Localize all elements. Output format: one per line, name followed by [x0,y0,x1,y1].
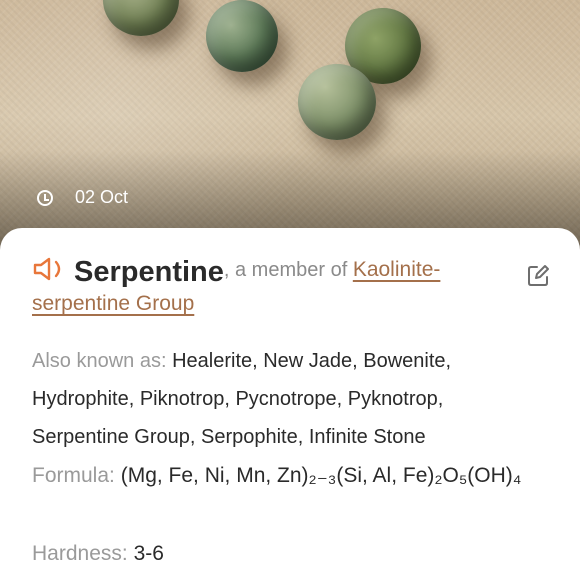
details-card: Serpentine, a member of Kaolinite-serpen… [0,228,580,588]
speaker-icon[interactable] [32,256,68,282]
formula-value: (Mg, Fe, Ni, Mn, Zn)₂₋₃(Si, Al, Fe)₂O₅(O… [120,464,522,487]
aka-label: Also known as: [32,350,167,372]
member-of-text: , a member of [223,259,353,281]
formula-label: Formula: [32,464,115,487]
clock-icon [37,189,53,206]
title-row: Serpentine, a member of Kaolinite-serpen… [32,254,492,322]
mineral-photo[interactable]: 02 Oct [0,0,580,260]
bead [103,0,179,36]
hardness: Hardness: 3-6 [32,542,542,566]
mineral-name: Serpentine [74,255,224,288]
bead [206,0,278,72]
formula: Formula: (Mg, Fe, Ni, Mn, Zn)₂₋₃(Si, Al,… [32,458,542,494]
hardness-label: Hardness: [32,542,128,565]
bead [298,64,376,140]
also-known-as: Also known as: Healerite, New Jade, Bowe… [32,342,542,456]
edit-icon[interactable] [526,264,550,288]
date-text: 02 Oct [75,187,129,207]
photo-date: 02 Oct [37,187,128,208]
hardness-value: 3-6 [133,542,164,565]
